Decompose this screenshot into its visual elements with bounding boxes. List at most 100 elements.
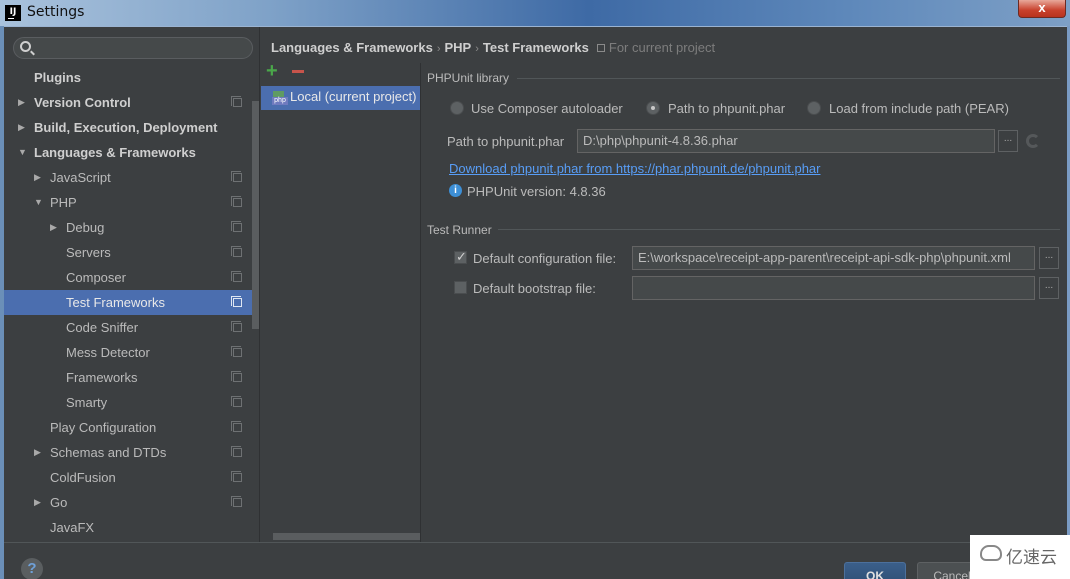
collapsed-arrow-icon[interactable]: ▶	[34, 490, 44, 515]
phpunit-phar-path-input[interactable]: D:\php\phpunit-4.8.36.phar	[577, 129, 995, 153]
settings-tree: Plugins ▶ Version Control ▶ Build, Execution…	[4, 65, 252, 540]
sidebar-item-mess-detector[interactable]: Mess Detector	[4, 340, 252, 365]
path-to-phar-field-label: Path to phpunit.phar	[447, 134, 565, 149]
path-to-phar-label[interactable]: Path to phpunit.phar	[668, 101, 785, 116]
project-scope-icon	[231, 471, 242, 482]
sidebar-item-schemas-and-dtds[interactable]: ▶ Schemas and DTDs	[4, 440, 252, 465]
sidebar-item-label: Version Control	[34, 95, 131, 110]
sidebar-item-label: Servers	[66, 245, 111, 260]
sidebar-item-go[interactable]: ▶ Go	[4, 490, 252, 515]
project-scope-icon	[231, 246, 242, 257]
sidebar-item-label: Smarty	[66, 395, 108, 410]
project-scope-icon	[596, 44, 605, 52]
breadcrumb-test-frameworks: Test Frameworks	[482, 40, 589, 55]
sidebar-item-test-frameworks[interactable]: Test Frameworks	[4, 290, 252, 315]
configuration-list-pane: + php Local (current project)	[261, 61, 421, 542]
add-configuration-button[interactable]: +	[266, 61, 282, 81]
project-scope-icon	[231, 296, 242, 307]
watermark-text: 亿速云	[1006, 548, 1057, 568]
expanded-arrow-icon[interactable]: ▼	[18, 140, 28, 165]
breadcrumb-php: PHP	[444, 40, 472, 55]
load-from-include-path-radio[interactable]	[807, 101, 821, 115]
info-icon: i	[449, 184, 462, 197]
use-composer-autoloader-label[interactable]: Use Composer autoloader	[471, 101, 623, 116]
browse-phar-button[interactable]: ...	[998, 130, 1018, 152]
close-window-button[interactable]: x	[1018, 0, 1066, 18]
phpunit-library-section-title: PHPUnit library	[427, 71, 510, 85]
sidebar-item-label: Plugins	[34, 70, 81, 85]
sidebar-item-javascript[interactable]: ▶ JavaScript	[4, 165, 252, 190]
title-bar: IJ Settings x	[0, 0, 1070, 26]
remove-configuration-button[interactable]	[291, 63, 307, 79]
project-scope-icon	[231, 396, 242, 407]
sidebar-item-version-control[interactable]: ▶ Version Control	[4, 90, 252, 115]
sidebar-item-label: Debug	[66, 220, 105, 235]
list-horizontal-scrollbar[interactable]	[273, 533, 420, 540]
settings-sidebar: Plugins ▶ Version Control ▶ Build, Execution…	[4, 27, 260, 542]
section-divider	[517, 78, 1060, 79]
sidebar-item-servers[interactable]: Servers	[4, 240, 252, 265]
sidebar-item-label: Composer	[66, 270, 126, 285]
refresh-icon[interactable]	[1026, 134, 1040, 148]
window-title: Settings	[27, 4, 85, 20]
footer-divider	[4, 542, 1067, 543]
default-bootstrap-file-input[interactable]	[632, 276, 1035, 300]
sidebar-item-debug[interactable]: ▶ Debug	[4, 215, 252, 240]
default-config-file-input[interactable]: E:\workspace\receipt-app-parent\receipt-…	[632, 246, 1035, 270]
default-config-file-checkbox[interactable]	[454, 249, 467, 265]
sidebar-item-label: Frameworks	[66, 370, 138, 385]
expanded-arrow-icon[interactable]: ▼	[34, 190, 44, 215]
use-composer-autoloader-radio[interactable]	[450, 101, 464, 115]
collapsed-arrow-icon[interactable]: ▶	[18, 115, 28, 140]
sidebar-item-languages-frameworks[interactable]: ▼ Languages & Frameworks	[4, 140, 252, 165]
scope-label: For current project	[608, 40, 716, 55]
sidebar-item-label: ColdFusion	[50, 470, 116, 485]
sidebar-item-frameworks[interactable]: Frameworks	[4, 365, 252, 390]
list-item-label: Local (current project)	[290, 89, 417, 104]
breadcrumb-separator: ›	[475, 43, 479, 55]
sidebar-item-play-configuration[interactable]: Play Configuration	[4, 415, 252, 440]
collapsed-arrow-icon[interactable]: ▶	[50, 215, 60, 240]
sidebar-item-label: JavaScript	[50, 170, 111, 185]
browse-config-file-button[interactable]: ...	[1039, 247, 1059, 269]
default-bootstrap-file-checkbox[interactable]	[454, 281, 467, 294]
path-to-phar-radio[interactable]	[646, 101, 660, 115]
sidebar-item-label: Go	[50, 495, 68, 510]
default-config-file-label[interactable]: Default configuration file:	[473, 251, 616, 266]
list-item-local[interactable]: php Local (current project)	[261, 86, 420, 110]
sidebar-item-label: JavaFX	[50, 520, 95, 535]
settings-dialog: Plugins ▶ Version Control ▶ Build, Execution…	[4, 26, 1067, 579]
download-phpunit-link[interactable]: Download phpunit.phar from https://phar.…	[449, 161, 820, 176]
load-from-include-path-label[interactable]: Load from include path (PEAR)	[829, 101, 1009, 116]
sidebar-item-label: Languages & Frameworks	[34, 145, 196, 160]
sidebar-item-label: Mess Detector	[66, 345, 150, 360]
project-scope-icon	[231, 271, 242, 282]
breadcrumb: Languages & Frameworks › PHP › Test Framewor…	[271, 40, 715, 55]
sidebar-item-composer[interactable]: Composer	[4, 265, 252, 290]
project-scope-icon	[231, 421, 242, 432]
collapsed-arrow-icon[interactable]: ▶	[18, 90, 28, 115]
section-divider	[498, 229, 1060, 230]
project-scope-icon	[231, 346, 242, 357]
sidebar-item-coldfusion[interactable]: ColdFusion	[4, 465, 252, 490]
browse-bootstrap-file-button[interactable]: ...	[1039, 277, 1059, 299]
collapsed-arrow-icon[interactable]: ▶	[34, 165, 44, 190]
sidebar-item-plugins[interactable]: Plugins	[4, 65, 252, 90]
project-scope-icon	[231, 196, 242, 207]
breadcrumb-languages-frameworks: Languages & Frameworks	[271, 40, 433, 55]
sidebar-item-build-execution-deployment[interactable]: ▶ Build, Execution, Deployment	[4, 115, 252, 140]
help-button[interactable]: ?	[21, 558, 43, 579]
search-icon	[20, 41, 31, 52]
project-scope-icon	[231, 321, 242, 332]
sidebar-item-smarty[interactable]: Smarty	[4, 390, 252, 415]
default-bootstrap-file-label[interactable]: Default bootstrap file:	[473, 281, 596, 296]
sidebar-item-javafx[interactable]: JavaFX	[4, 515, 252, 540]
sidebar-item-label: Build, Execution, Deployment	[34, 120, 218, 135]
settings-search-input[interactable]	[13, 37, 253, 59]
sidebar-item-code-sniffer[interactable]: Code Sniffer	[4, 315, 252, 340]
collapsed-arrow-icon[interactable]: ▶	[34, 440, 44, 465]
ok-button[interactable]: OK	[844, 562, 906, 579]
sidebar-item-php[interactable]: ▼ PHP	[4, 190, 252, 215]
project-scope-icon	[231, 171, 242, 182]
sidebar-scrollbar[interactable]	[252, 101, 259, 329]
